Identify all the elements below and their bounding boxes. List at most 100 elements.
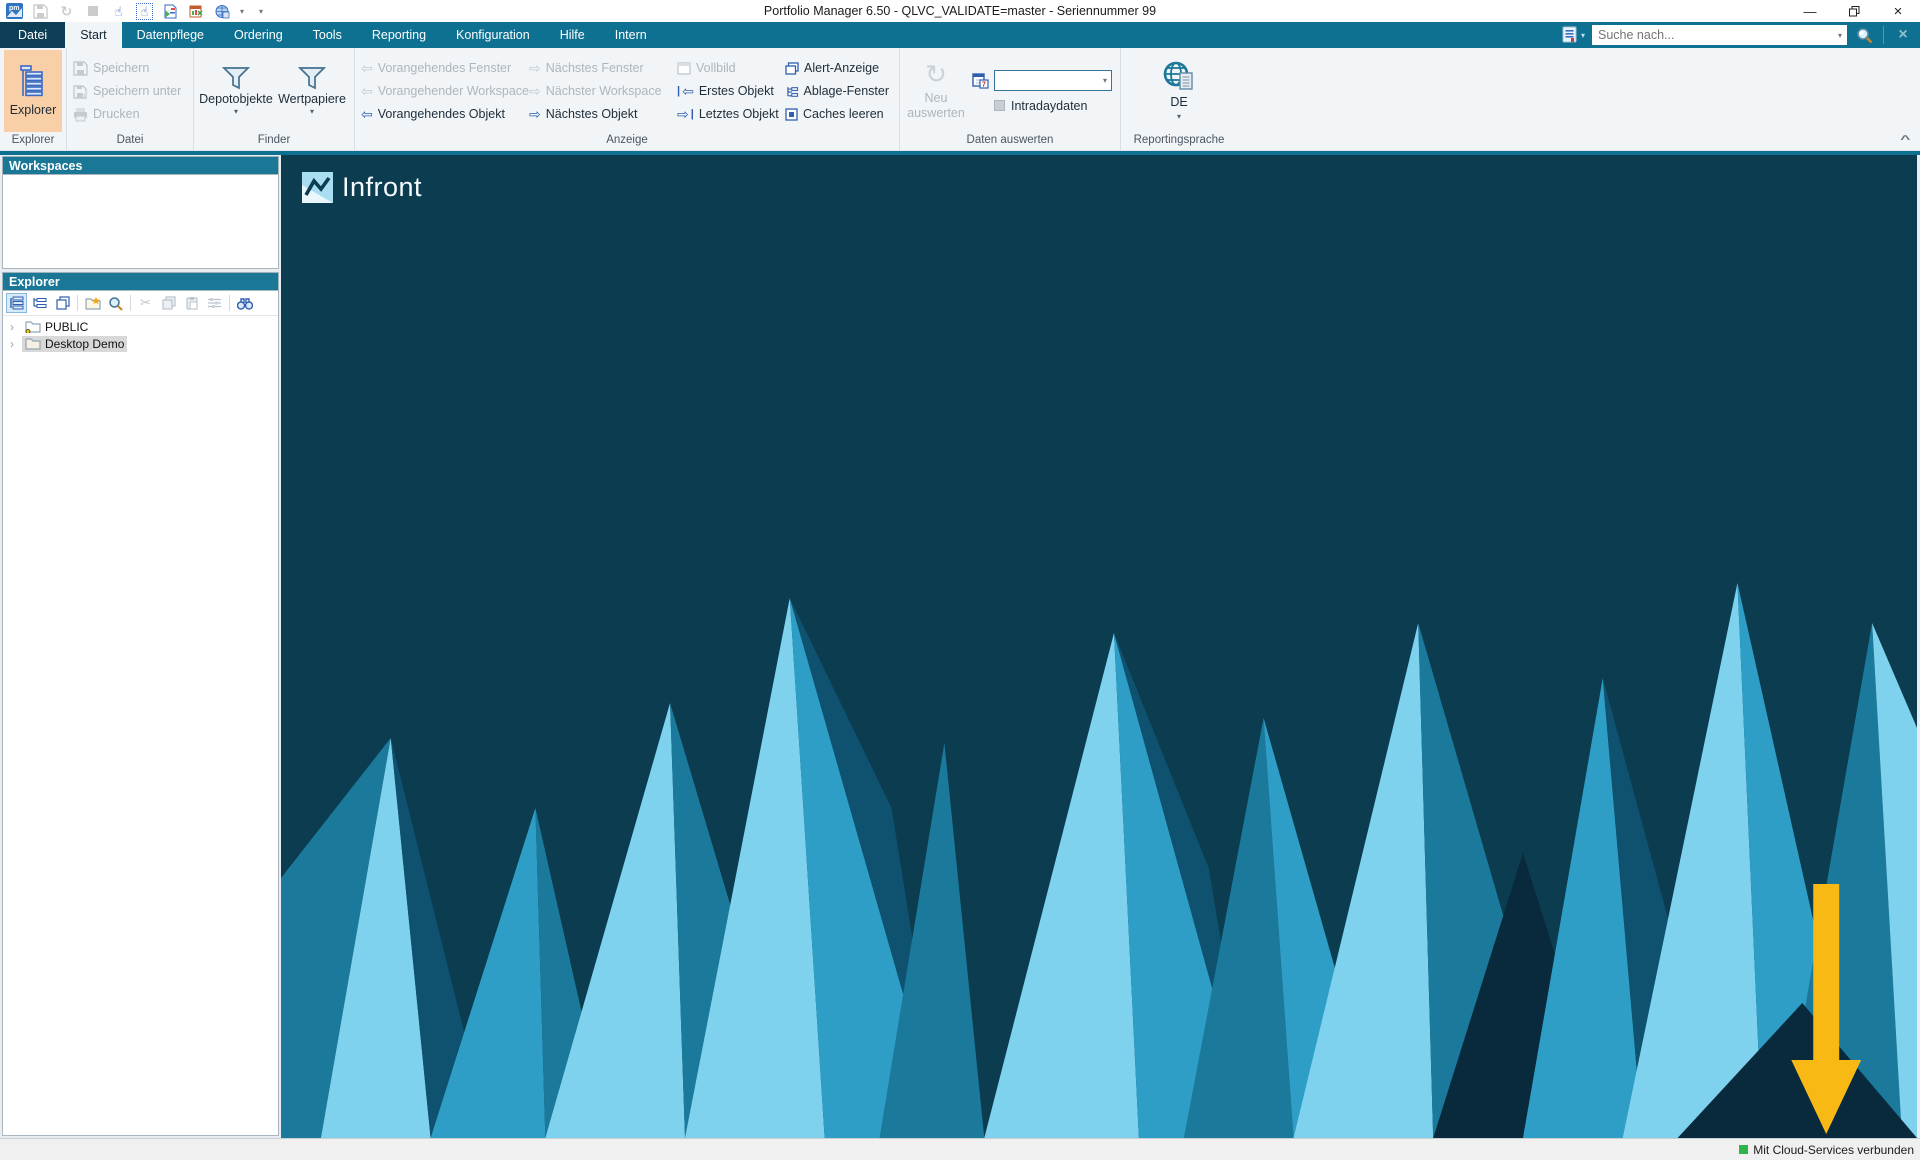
report-document-icon[interactable] bbox=[162, 3, 179, 20]
expander-icon[interactable]: › bbox=[10, 338, 22, 350]
copy-icon[interactable] bbox=[158, 293, 179, 313]
vorangehendes-fenster-button[interactable]: ⇦ Vorangehendes Fenster bbox=[359, 58, 527, 78]
alert-window-icon bbox=[785, 62, 799, 75]
title-bar: pm ↻ ☝ ☝ ▾ ▾ Portfolio Manager 6.50 - QL… bbox=[0, 0, 1920, 22]
neu-auswerten-button[interactable]: ↻ Neu auswerten bbox=[904, 50, 968, 132]
ribbon-group-anzeige: ⇦ Vorangehendes Fenster ⇦ Vorangehender … bbox=[355, 48, 900, 150]
find-binoculars-icon[interactable] bbox=[234, 293, 255, 313]
drucken-button[interactable]: Drucken bbox=[71, 104, 189, 124]
select-object-icon[interactable]: ☝ bbox=[110, 3, 127, 20]
tab-hilfe[interactable]: Hilfe bbox=[545, 22, 600, 48]
evaluation-date-combobox[interactable]: ▾ bbox=[994, 70, 1112, 91]
collapse-ribbon-icon[interactable]: ^ bbox=[1900, 134, 1910, 146]
alert-anzeige-button[interactable]: Alert-Anzeige bbox=[783, 58, 895, 78]
tree-node-desktop-demo[interactable]: Desktop Demo bbox=[22, 336, 127, 352]
intradaydaten-checkbox-row: Intradaydaten bbox=[972, 99, 1112, 113]
group-label-finder: Finder bbox=[198, 133, 350, 150]
separator bbox=[77, 295, 78, 311]
ribbon-group-finder: Depotobjekte ▾ Wertpapiere ▾ Finder bbox=[194, 48, 355, 150]
pages-icon[interactable] bbox=[52, 293, 73, 313]
group-label-anzeige: Anzeige bbox=[359, 133, 895, 150]
workspaces-panel-header[interactable]: Workspaces bbox=[2, 156, 279, 174]
folder-icon bbox=[25, 320, 41, 333]
filter-settings-icon[interactable] bbox=[204, 293, 225, 313]
expander-icon[interactable]: › bbox=[10, 321, 22, 333]
tab-datenpflege[interactable]: Datenpflege bbox=[122, 22, 219, 48]
cut-icon[interactable]: ✂ bbox=[135, 293, 156, 313]
qat-overflow-arrow-icon[interactable]: ▾ bbox=[240, 7, 244, 16]
group-label-daten-auswerten: Daten auswerten bbox=[904, 133, 1116, 150]
folder-icon bbox=[25, 337, 41, 350]
tree-node-public[interactable]: PUBLIC bbox=[22, 319, 91, 335]
minimize-button[interactable]: — bbox=[1788, 0, 1832, 22]
tab-intern[interactable]: Intern bbox=[600, 22, 662, 48]
search-scope-button[interactable]: ▾ bbox=[1558, 25, 1588, 45]
intradaydaten-checkbox[interactable] bbox=[994, 100, 1005, 111]
search-dropdown-icon[interactable]: ▾ bbox=[1838, 31, 1846, 40]
date-picker-icon[interactable]: 7 bbox=[972, 72, 989, 89]
search-scope-arrow-icon: ▾ bbox=[1581, 31, 1585, 40]
erstes-objekt-button[interactable]: | ⇦ Erstes Objekt bbox=[675, 81, 783, 101]
group-label-reportingsprache: Reportingsprache bbox=[1125, 133, 1233, 150]
close-button[interactable]: × bbox=[1876, 0, 1920, 22]
speichern-button[interactable]: Speichern bbox=[71, 58, 189, 78]
select-grid-icon[interactable]: ☝ bbox=[136, 3, 153, 20]
caches-leeren-button[interactable]: Caches leeren bbox=[783, 104, 895, 124]
workspaces-panel-body[interactable] bbox=[2, 174, 279, 269]
tab-konfiguration[interactable]: Konfiguration bbox=[441, 22, 545, 48]
ribbon: Explorer Explorer Speichern Speichern un… bbox=[0, 48, 1920, 151]
group-label-datei: Datei bbox=[71, 133, 189, 150]
qat-customize-icon[interactable]: ▾ bbox=[259, 7, 263, 16]
search-input[interactable] bbox=[1593, 28, 1838, 42]
naechster-workspace-button[interactable]: ⇨ Nächster Workspace bbox=[527, 81, 675, 101]
depotobjekte-button[interactable]: Depotobjekte ▾ bbox=[198, 50, 274, 132]
save-as-icon bbox=[73, 84, 88, 99]
svg-text:7: 7 bbox=[982, 81, 986, 88]
chart-table-icon[interactable] bbox=[188, 3, 205, 20]
explorer-toolbar: ✂ bbox=[3, 291, 278, 316]
list-view-icon[interactable] bbox=[29, 293, 50, 313]
tab-tools[interactable]: Tools bbox=[298, 22, 357, 48]
tab-reporting[interactable]: Reporting bbox=[357, 22, 441, 48]
wertpapiere-button[interactable]: Wertpapiere ▾ bbox=[274, 50, 350, 132]
fullscreen-icon bbox=[677, 62, 691, 75]
save-icon bbox=[73, 61, 88, 76]
stop-icon[interactable] bbox=[84, 3, 101, 20]
ribbon-group-reportingsprache: DE ▾ Reportingsprache bbox=[1121, 48, 1237, 150]
vorangehendes-objekt-button[interactable]: ⇦ Vorangehendes Objekt bbox=[359, 104, 527, 124]
speichern-unter-button[interactable]: Speichern unter bbox=[71, 81, 189, 101]
prev-arrow-icon: ⇦ bbox=[361, 61, 373, 75]
restore-button[interactable] bbox=[1832, 0, 1876, 22]
tree-view-icon[interactable] bbox=[6, 293, 27, 313]
explorer-button[interactable]: Explorer bbox=[4, 50, 62, 132]
ribbon-tab-strip: Datei Start Datenpflege Ordering Tools R… bbox=[0, 22, 1920, 48]
mountain-artwork bbox=[281, 448, 1917, 1138]
search-icon[interactable] bbox=[105, 293, 126, 313]
vollbild-button[interactable]: Vollbild bbox=[675, 58, 783, 78]
explorer-panel-header[interactable]: Explorer bbox=[2, 272, 279, 290]
reportingsprache-button[interactable]: DE ▾ bbox=[1150, 50, 1208, 132]
globe-icon[interactable] bbox=[214, 3, 231, 20]
tab-start[interactable]: Start bbox=[65, 22, 121, 48]
new-folder-icon[interactable] bbox=[82, 293, 103, 313]
vorangehender-workspace-button[interactable]: ⇦ Vorangehender Workspace bbox=[359, 81, 527, 101]
funnel-icon bbox=[222, 66, 250, 90]
svg-text:pm: pm bbox=[9, 5, 20, 12]
status-bar: Mit Cloud-Services verbunden bbox=[0, 1138, 1920, 1160]
tab-datei[interactable]: Datei bbox=[0, 22, 65, 48]
next-arrow-icon: ⇨ bbox=[529, 84, 541, 98]
tree-row[interactable]: › PUBLIC bbox=[3, 318, 278, 335]
ablage-fenster-button[interactable]: Ablage-Fenster bbox=[783, 81, 895, 101]
naechstes-fenster-button[interactable]: ⇨ Nächstes Fenster bbox=[527, 58, 675, 78]
refresh-icon[interactable]: ↻ bbox=[58, 3, 75, 20]
tree-row[interactable]: › Desktop Demo bbox=[3, 335, 278, 352]
save-icon[interactable] bbox=[32, 3, 49, 20]
search-clear-button[interactable]: × bbox=[1890, 25, 1916, 45]
group-label-explorer: Explorer bbox=[4, 133, 62, 150]
naechstes-objekt-button[interactable]: ⇨ Nächstes Objekt bbox=[527, 104, 675, 124]
paste-icon[interactable] bbox=[181, 293, 202, 313]
letztes-objekt-button[interactable]: ⇨ | Letztes Objekt bbox=[675, 104, 783, 124]
last-bar-icon: | bbox=[691, 108, 694, 120]
search-go-button[interactable] bbox=[1851, 25, 1877, 45]
tab-ordering[interactable]: Ordering bbox=[219, 22, 298, 48]
